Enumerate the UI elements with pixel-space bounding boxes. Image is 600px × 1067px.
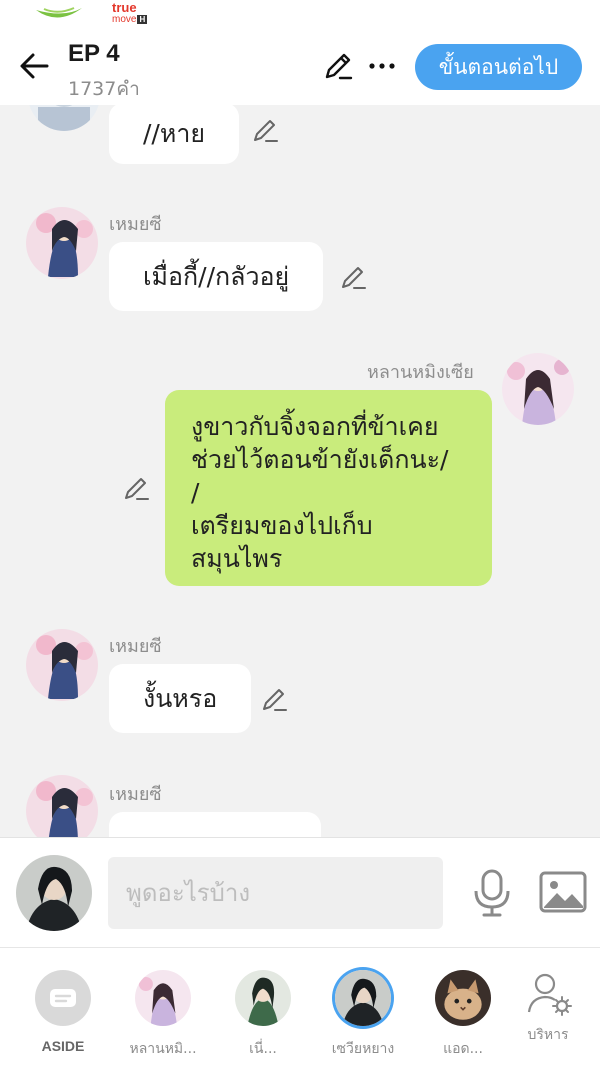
- cast-label: ASIDE: [41, 1038, 85, 1054]
- cast-nie[interactable]: เนี่...: [223, 970, 303, 1060]
- cast-label: บริหาร: [527, 1027, 569, 1043]
- carrier-logo-truemove: true move H: [112, 0, 152, 26]
- carrier-h-badge: H: [137, 15, 148, 24]
- avatar-meixi[interactable]: [26, 775, 98, 837]
- image-icon[interactable]: [538, 870, 588, 914]
- word-count: 1737คำ: [68, 78, 140, 100]
- status-bar: true move H: [0, 0, 600, 30]
- cast-avatar: [235, 970, 291, 1026]
- message-input[interactable]: [108, 857, 443, 929]
- cast-avatar: [435, 970, 491, 1026]
- cast-label: เซวียหยาง: [331, 1041, 395, 1057]
- cast-label: หลานหมิ...: [129, 1041, 197, 1057]
- message-bubble[interactable]: [109, 812, 321, 837]
- avatar-meixi[interactable]: [28, 105, 100, 131]
- speaker-name: เหมยซี: [109, 636, 162, 657]
- next-step-button[interactable]: ขั้นตอนต่อไป: [415, 44, 582, 90]
- cast-admin-cat[interactable]: แอด...: [423, 970, 503, 1060]
- avatar-meixi[interactable]: [26, 207, 98, 279]
- speaker-name: เหมยซี: [109, 784, 162, 805]
- message-line: ช่วยไว้ตอนข้ายังเด็กนะ/: [191, 445, 449, 474]
- avatar-meixi[interactable]: [26, 629, 98, 701]
- message-line: งูขาวกับจิ้งจอกที่ข้าเคย: [191, 412, 439, 441]
- avatar-lanmingxia[interactable]: [502, 353, 574, 425]
- cast-label: เนี่...: [249, 1041, 277, 1057]
- carrier-move-text: move: [112, 14, 137, 25]
- current-character-avatar[interactable]: [16, 855, 92, 931]
- carrier-true-text: true: [112, 0, 137, 15]
- message-bubble-right[interactable]: งูขาวกับจิ้งจอกที่ข้าเคย ช่วยไว้ตอนข้ายั…: [165, 390, 492, 586]
- cast-xueyang[interactable]: เซวียหยาง: [323, 970, 403, 1060]
- edit-message-icon[interactable]: [338, 262, 368, 292]
- edit-title-icon[interactable]: [322, 50, 354, 82]
- speaker-name: หลานหมิงเซีย: [367, 362, 474, 383]
- message-bubble[interactable]: เมื่อกี้//กลัวอยู่: [109, 242, 324, 311]
- back-arrow-icon[interactable]: [16, 48, 52, 84]
- message-bubble[interactable]: งั้นหรอ: [109, 664, 252, 733]
- cast-avatar: [135, 970, 191, 1026]
- episode-title: EP 4: [68, 40, 120, 67]
- cast-label: แอด...: [443, 1041, 483, 1057]
- edit-message-icon[interactable]: [250, 115, 280, 145]
- character-bar: ASIDE หลานหมิ... เนี่... เซวียหยาง แอด..…: [0, 947, 600, 1067]
- message-line: เตรียมของไปเก็บ: [191, 511, 373, 540]
- chat-area[interactable]: //หาย เหมยซี เมื่อกี้//กลัวอยู่ หลานหมิง…: [0, 105, 600, 837]
- composer-bar: [0, 837, 600, 947]
- more-options-icon[interactable]: [366, 50, 398, 82]
- manage-user-gear-icon: [527, 973, 572, 1016]
- cast-manage[interactable]: บริหาร: [508, 970, 588, 1046]
- aside-icon: [35, 970, 91, 1026]
- message-line: /: [191, 478, 200, 507]
- cast-lanmingxia[interactable]: หลานหมิ...: [123, 970, 203, 1060]
- message-bubble[interactable]: //หาย: [109, 105, 240, 164]
- episode-header: EP 4 1737คำ ขั้นตอนต่อไป: [0, 30, 600, 105]
- edit-message-icon[interactable]: [259, 684, 289, 714]
- cast-avatar-selected: [335, 970, 391, 1026]
- cast-aside[interactable]: ASIDE: [23, 970, 103, 1054]
- microphone-icon[interactable]: [470, 868, 514, 918]
- carrier-logo-green: [36, 7, 82, 18]
- edit-message-icon[interactable]: [121, 473, 151, 503]
- speaker-name: เหมยซี: [109, 214, 162, 235]
- message-line: สมุนไพร: [191, 544, 283, 573]
